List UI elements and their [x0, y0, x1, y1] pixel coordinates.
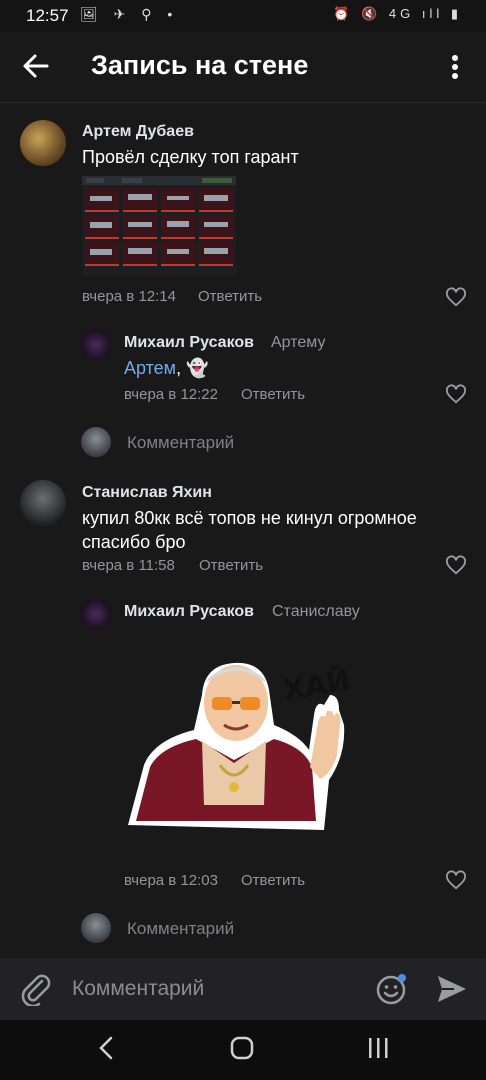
header-divider — [0, 102, 486, 103]
attached-image[interactable] — [82, 176, 236, 276]
avatar — [81, 913, 111, 943]
comment-time: вчера в 11:58 — [82, 557, 175, 574]
back-arrow-icon[interactable] — [22, 52, 50, 80]
page-title: Запись на стене — [91, 50, 309, 80]
status-time: 12:57 — [26, 6, 69, 25]
reply-button[interactable]: Ответить — [241, 872, 305, 889]
reply-to-label[interactable]: Артему — [271, 334, 325, 352]
comment-text: спасибо бро — [82, 532, 186, 552]
sticker-caption: ХАЙ — [281, 662, 349, 707]
comment-input[interactable]: Комментарий — [127, 919, 234, 939]
reply-text: Артем, 👻 — [124, 356, 208, 380]
comment-text: Провёл сделку топ гарант — [82, 147, 299, 167]
send-arrow-icon[interactable] — [436, 974, 468, 1004]
avatar[interactable] — [20, 120, 66, 166]
more-vertical-icon[interactable] — [444, 54, 466, 80]
emoji-smile-icon[interactable] — [375, 972, 409, 1006]
nav-back-icon[interactable] — [96, 1036, 116, 1060]
reply-to-label[interactable]: Станиславу — [272, 603, 360, 621]
like-heart-icon[interactable] — [445, 555, 467, 575]
sticker-image[interactable]: ХАЙ — [124, 655, 349, 835]
reply-time: вчера в 12:03 — [124, 872, 218, 889]
comment-author[interactable]: Артем Дубаев — [82, 123, 194, 141]
nav-home-icon[interactable] — [230, 1036, 254, 1060]
reply-author[interactable]: Михаил Русаков — [124, 334, 254, 352]
status-system-icons: ⏰ 🔇 4G ıll ▮ — [333, 6, 462, 21]
comment-input[interactable]: Комментарий — [127, 433, 234, 453]
reply-button[interactable]: Ответить — [199, 557, 263, 574]
avatar[interactable] — [20, 480, 66, 526]
comment-time: вчера в 12:14 — [82, 288, 176, 305]
like-heart-icon[interactable] — [445, 287, 467, 307]
nav-recents-icon[interactable] — [366, 1037, 390, 1059]
comment-text: купил 80кк всё топов не кинул огромное — [82, 508, 417, 528]
avatar[interactable] — [81, 599, 111, 629]
reply-time: вчера в 12:22 — [124, 386, 218, 403]
like-heart-icon[interactable] — [445, 870, 467, 890]
reply-author[interactable]: Михаил Русаков — [124, 603, 254, 621]
reply-button[interactable]: Ответить — [241, 386, 305, 403]
reply-text-rest: , 👻 — [176, 358, 209, 378]
comment-text-field[interactable]: Комментарий — [72, 977, 204, 1001]
like-heart-icon[interactable] — [445, 384, 467, 404]
mention-link[interactable]: Артем — [124, 358, 176, 378]
comment-author[interactable]: Станислав Яхин — [82, 484, 212, 502]
attach-paperclip-icon[interactable] — [20, 972, 52, 1006]
reply-button[interactable]: Ответить — [198, 288, 262, 305]
avatar[interactable] — [81, 330, 111, 360]
avatar — [81, 427, 111, 457]
status-notification-icons: 🖼 ✈ ⚲ • — [80, 6, 179, 22]
